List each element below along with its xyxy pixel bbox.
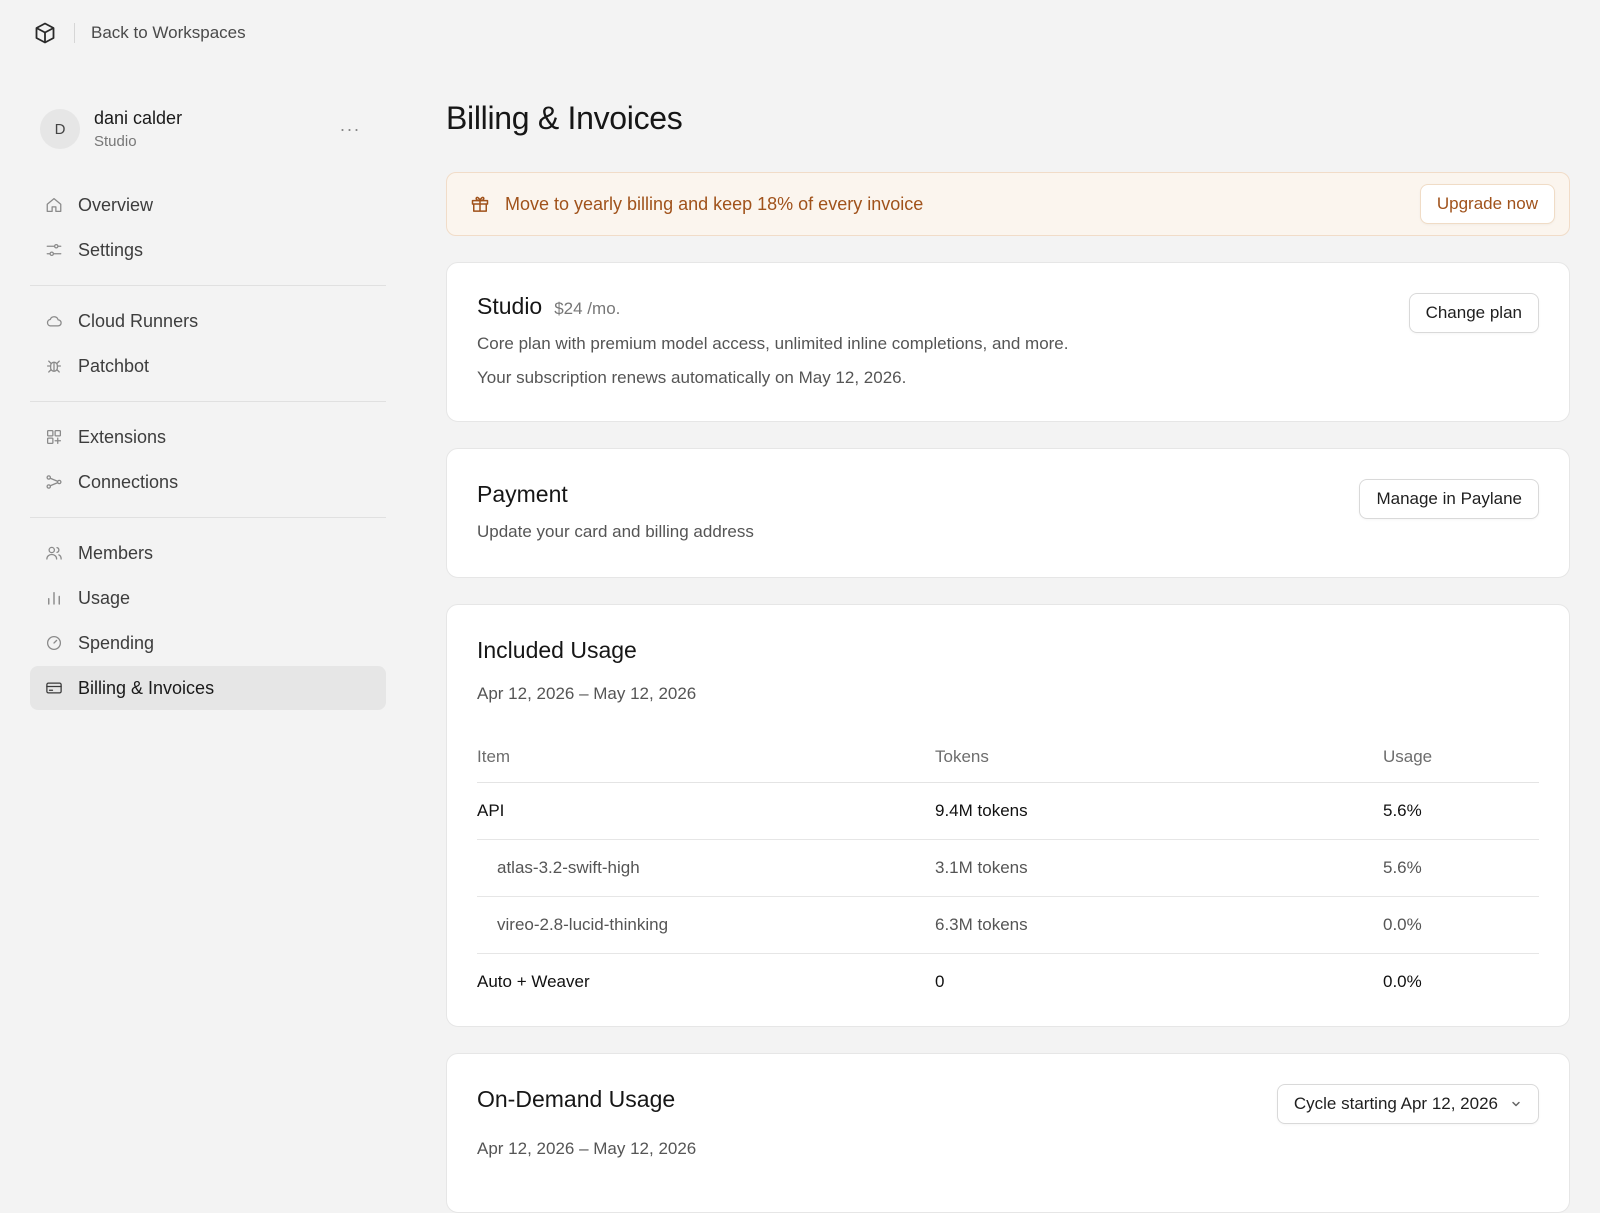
- sidebar-item-billing[interactable]: Billing & Invoices: [30, 666, 386, 710]
- change-plan-button[interactable]: Change plan: [1408, 293, 1539, 333]
- sidebar-item-extensions[interactable]: Extensions: [30, 415, 386, 459]
- table-row: atlas-3.2-swift-high 3.1M tokens 5.6%: [477, 839, 1539, 897]
- sidebar-item-settings[interactable]: Settings: [30, 228, 386, 272]
- nav-divider: [30, 401, 386, 402]
- usage-item: API: [477, 782, 935, 840]
- profile-card: D dani calder Studio ···: [30, 98, 386, 160]
- sidebar-item-overview[interactable]: Overview: [30, 183, 386, 227]
- avatar: D: [40, 109, 80, 149]
- bar-chart-icon: [44, 588, 64, 608]
- home-icon: [44, 195, 64, 215]
- nav-group-general: Overview Settings: [30, 174, 386, 281]
- profile-names: dani calder Studio: [94, 108, 336, 150]
- usage-percent: 0.0%: [1383, 971, 1422, 991]
- table-row: vireo-2.8-lucid-thinking 6.3M tokens 0.0…: [477, 896, 1539, 954]
- nav-divider: [30, 517, 386, 518]
- topbar-divider: [74, 23, 75, 43]
- cube-icon[interactable]: [32, 20, 58, 46]
- top-bar: Back to Workspaces: [0, 0, 1600, 66]
- sidebar-item-label: Settings: [78, 239, 144, 260]
- plan-renewal: Your subscription renews automatically o…: [477, 368, 907, 387]
- included-usage-title: Included Usage: [477, 637, 637, 663]
- included-usage-period: Apr 12, 2026 – May 12, 2026: [477, 684, 697, 703]
- cycle-select-label: Cycle starting Apr 12, 2026: [1293, 1094, 1498, 1113]
- plan-header: Studio $24 /mo.: [477, 293, 1539, 320]
- gauge-icon: [44, 633, 64, 653]
- manage-in-paylane-button[interactable]: Manage in Paylane: [1359, 479, 1539, 519]
- grid-plus-icon: [44, 427, 64, 447]
- table-row: API 9.4M tokens 5.6%: [477, 782, 1539, 840]
- plan-name: Studio: [477, 293, 543, 319]
- page-title: Billing & Invoices: [446, 100, 683, 136]
- chevron-down-icon: [1510, 1098, 1522, 1110]
- table-row: Auto + Weaver 0 0.0%: [477, 953, 1539, 1010]
- usage-percent: 0.0%: [1383, 896, 1539, 954]
- usage-tokens: 9.4M tokens: [935, 782, 1383, 840]
- sidebar-item-label: Extensions: [78, 426, 167, 447]
- sidebar-item-label: Overview: [78, 194, 154, 215]
- nav-group-agents: Cloud Runners Patchbot: [30, 290, 386, 397]
- promo-text: Move to yearly billing and keep 18% of e…: [505, 193, 924, 214]
- plan-description: Core plan with premium model access, unl…: [477, 334, 1069, 353]
- profile-name: dani calder: [94, 108, 183, 128]
- bug-icon: [44, 356, 64, 376]
- sidebar-item-label: Billing & Invoices: [78, 677, 215, 698]
- column-header-item: Item: [477, 732, 935, 783]
- usage-percent: 5.6%: [1383, 839, 1539, 897]
- usage-tokens: 3.1M tokens: [935, 839, 1383, 897]
- sidebar: D dani calder Studio ··· Overview Settin…: [30, 98, 386, 719]
- usage-item: vireo-2.8-lucid-thinking: [477, 896, 935, 954]
- plan-price: $24 /mo.: [554, 299, 621, 318]
- gift-icon: [469, 193, 491, 215]
- sidebar-item-spending[interactable]: Spending: [30, 621, 386, 665]
- sliders-icon: [44, 240, 64, 260]
- sidebar-item-label: Cloud Runners: [78, 310, 199, 331]
- column-header-tokens: Tokens: [935, 732, 1383, 783]
- main-content: Billing & Invoices Move to yearly billin…: [446, 100, 1570, 1213]
- users-icon: [44, 543, 64, 563]
- sidebar-item-cloud-runners[interactable]: Cloud Runners: [30, 299, 386, 343]
- included-usage-card: Included Usage Apr 12, 2026 – May 12, 20…: [446, 604, 1570, 1027]
- sidebar-item-members[interactable]: Members: [30, 531, 386, 575]
- sidebar-item-usage[interactable]: Usage: [30, 576, 386, 620]
- upgrade-now-button[interactable]: Upgrade now: [1419, 184, 1555, 224]
- sidebar-item-label: Patchbot: [78, 355, 150, 376]
- column-header-usage: Usage: [1383, 732, 1539, 783]
- connections-icon: [44, 472, 64, 492]
- yearly-billing-banner: Move to yearly billing and keep 18% of e…: [446, 172, 1570, 236]
- nav-divider: [30, 285, 386, 286]
- cycle-select[interactable]: Cycle starting Apr 12, 2026: [1276, 1084, 1539, 1124]
- on-demand-usage-period: Apr 12, 2026 – May 12, 2026: [477, 1139, 697, 1158]
- usage-tokens: 6.3M tokens: [935, 896, 1383, 954]
- profile-plan: Studio: [94, 133, 137, 150]
- on-demand-usage-card: On-Demand Usage Apr 12, 2026 – May 12, 2…: [446, 1053, 1570, 1213]
- payment-card: Payment Update your card and billing add…: [446, 448, 1570, 578]
- usage-item: atlas-3.2-swift-high: [477, 839, 935, 897]
- plan-card: Studio $24 /mo. Core plan with premium m…: [446, 262, 1570, 422]
- sidebar-item-patchbot[interactable]: Patchbot: [30, 344, 386, 388]
- sidebar-item-connections[interactable]: Connections: [30, 460, 386, 504]
- back-to-workspaces-link[interactable]: Back to Workspaces: [91, 23, 246, 43]
- usage-percent: 5.6%: [1383, 782, 1539, 840]
- nav-group-account: Members Usage Spending Billing & Invoice…: [30, 522, 386, 719]
- sidebar-item-label: Connections: [78, 471, 179, 492]
- table-header-row: Item Tokens Usage: [477, 732, 1539, 783]
- sidebar-item-label: Spending: [78, 632, 155, 653]
- included-usage-table: Item Tokens Usage API 9.4M tokens 5.6% a…: [477, 732, 1539, 1010]
- payment-subtitle: Update your card and billing address: [477, 522, 754, 541]
- usage-item: Auto + Weaver: [477, 971, 590, 991]
- nav-group-integrations: Extensions Connections: [30, 406, 386, 513]
- cloud-icon: [44, 311, 64, 331]
- credit-card-icon: [44, 678, 64, 698]
- more-options-icon[interactable]: ···: [336, 115, 364, 143]
- sidebar-item-label: Usage: [78, 587, 131, 608]
- sidebar-item-label: Members: [78, 542, 154, 563]
- usage-tokens: 0: [935, 971, 945, 991]
